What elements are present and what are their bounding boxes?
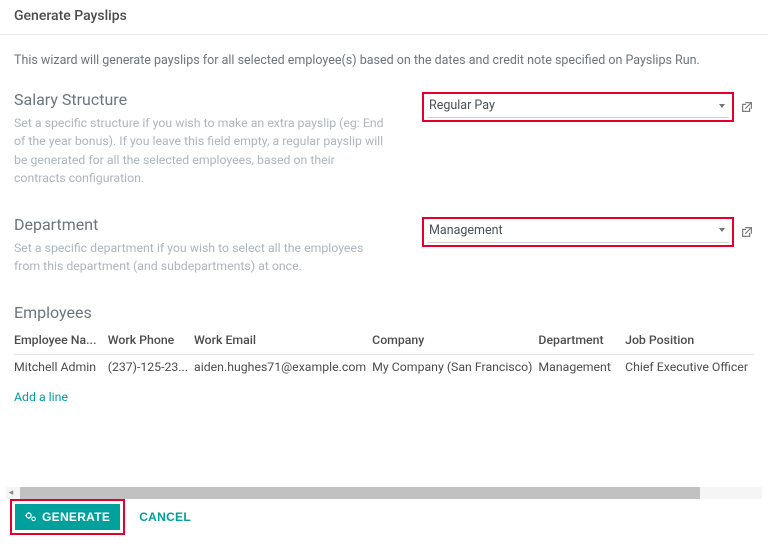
- salary-structure-highlight: Regular Pay: [422, 92, 734, 122]
- dialog-footer: Generate Cancel: [0, 489, 768, 547]
- chevron-down-icon: [719, 104, 725, 108]
- cancel-button[interactable]: Cancel: [135, 504, 195, 530]
- salary-structure-value: Regular Pay: [429, 98, 495, 113]
- department-help: Set a specific department if you wish to…: [14, 240, 386, 277]
- cogs-icon: [25, 511, 37, 523]
- generate-button-label: Generate: [42, 510, 110, 524]
- add-line-link[interactable]: Add a line: [14, 387, 68, 405]
- employees-label: Employees: [14, 303, 754, 322]
- col-department[interactable]: Department: [538, 328, 625, 355]
- external-link-icon[interactable]: [740, 225, 754, 239]
- employees-table: Employee Na... Work Phone Work Email Com…: [14, 328, 754, 411]
- department-section: Department Set a specific department if …: [14, 215, 754, 277]
- salary-structure-select[interactable]: Regular Pay: [427, 96, 729, 118]
- department-highlight: Management: [422, 217, 734, 247]
- department-label: Department: [14, 215, 386, 234]
- cell-work-phone: (237)-125-23...: [108, 354, 194, 381]
- department-select[interactable]: Management: [427, 221, 729, 243]
- external-link-icon[interactable]: [740, 100, 754, 114]
- col-employee-name[interactable]: Employee Na...: [14, 328, 108, 355]
- cell-department: Management: [538, 354, 625, 381]
- salary-structure-label: Salary Structure: [14, 90, 386, 109]
- cell-job-position: Chief Executive Officer: [625, 354, 754, 381]
- cancel-button-label: Cancel: [139, 510, 191, 524]
- department-value: Management: [429, 223, 503, 238]
- col-work-email[interactable]: Work Email: [194, 328, 372, 355]
- chevron-down-icon: [719, 228, 725, 232]
- col-company[interactable]: Company: [372, 328, 538, 355]
- cell-work-email: aiden.hughes71@example.com: [194, 354, 372, 381]
- table-header-row: Employee Na... Work Phone Work Email Com…: [14, 328, 754, 355]
- dialog-header: Generate Payslips: [0, 0, 768, 35]
- generate-button[interactable]: Generate: [15, 504, 120, 530]
- page-title: Generate Payslips: [14, 8, 754, 24]
- dialog-body: This wizard will generate payslips for a…: [0, 35, 768, 411]
- intro-text: This wizard will generate payslips for a…: [14, 53, 754, 68]
- generate-highlight: Generate: [10, 499, 125, 535]
- col-work-phone[interactable]: Work Phone: [108, 328, 194, 355]
- cell-employee-name: Mitchell Admin: [14, 354, 108, 381]
- table-row[interactable]: Mitchell Admin (237)-125-23... aiden.hug…: [14, 354, 754, 381]
- salary-structure-section: Salary Structure Set a specific structur…: [14, 90, 754, 189]
- col-job-position[interactable]: Job Position: [625, 328, 754, 355]
- salary-structure-help: Set a specific structure if you wish to …: [14, 115, 386, 189]
- cell-company: My Company (San Francisco): [372, 354, 538, 381]
